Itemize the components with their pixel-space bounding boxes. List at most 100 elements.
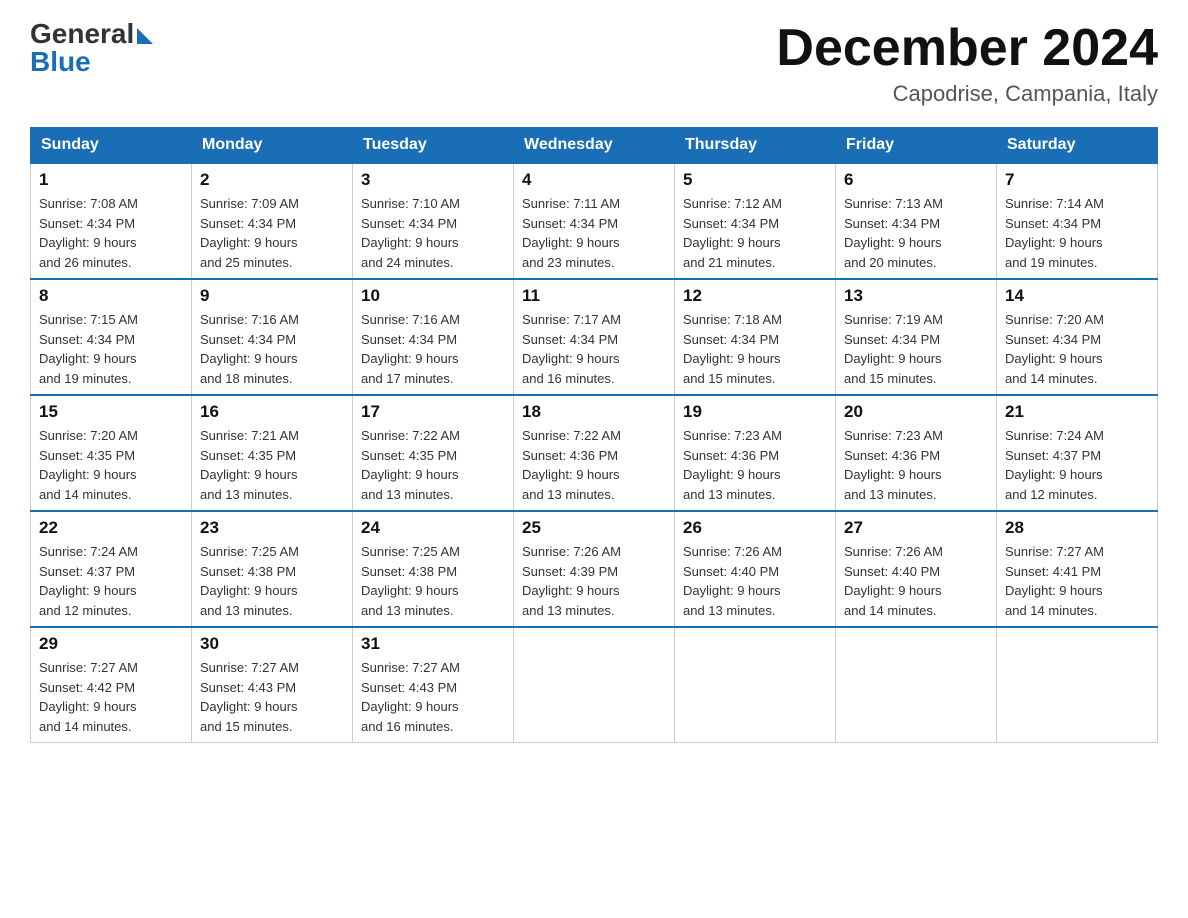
day-info: Sunrise: 7:15 AMSunset: 4:34 PMDaylight:… (39, 310, 183, 388)
calendar-day-cell: 19 Sunrise: 7:23 AMSunset: 4:36 PMDayligh… (675, 395, 836, 511)
calendar-day-cell (514, 627, 675, 743)
day-info: Sunrise: 7:23 AMSunset: 4:36 PMDaylight:… (844, 426, 988, 504)
day-info: Sunrise: 7:27 AMSunset: 4:43 PMDaylight:… (200, 658, 344, 736)
day-number: 18 (522, 402, 666, 422)
calendar-day-cell: 18 Sunrise: 7:22 AMSunset: 4:36 PMDayligh… (514, 395, 675, 511)
day-number: 19 (683, 402, 827, 422)
day-number: 8 (39, 286, 183, 306)
calendar-week-row: 29 Sunrise: 7:27 AMSunset: 4:42 PMDayligh… (31, 627, 1158, 743)
day-number: 24 (361, 518, 505, 538)
calendar-day-cell: 30Sunrise: 7:27 AMSunset: 4:43 PMDayligh… (192, 627, 353, 743)
day-info: Sunrise: 7:27 AMSunset: 4:41 PMDaylight:… (1005, 542, 1149, 620)
day-info: Sunrise: 7:25 AMSunset: 4:38 PMDaylight:… (361, 542, 505, 620)
day-number: 11 (522, 286, 666, 306)
day-info: Sunrise: 7:14 AMSunset: 4:34 PMDaylight:… (1005, 194, 1149, 272)
calendar-header-row: SundayMondayTuesdayWednesdayThursdayFrid… (31, 128, 1158, 164)
page-header: General Blue December 2024 Capodrise, Ca… (30, 20, 1158, 107)
calendar-week-row: 8 Sunrise: 7:15 AMSunset: 4:34 PMDaylight… (31, 279, 1158, 395)
day-number: 16 (200, 402, 344, 422)
calendar-day-cell: 16 Sunrise: 7:21 AMSunset: 4:35 PMDayligh… (192, 395, 353, 511)
calendar-day-cell: 24 Sunrise: 7:25 AMSunset: 4:38 PMDayligh… (353, 511, 514, 627)
calendar-day-cell: 7 Sunrise: 7:14 AMSunset: 4:34 PMDaylight… (997, 163, 1158, 279)
weekday-header: Friday (836, 128, 997, 164)
calendar-week-row: 22Sunrise: 7:24 AMSunset: 4:37 PMDayligh… (31, 511, 1158, 627)
logo-blue-text: Blue (30, 48, 91, 76)
day-info: Sunrise: 7:09 AMSunset: 4:34 PMDaylight:… (200, 194, 344, 272)
day-number: 13 (844, 286, 988, 306)
day-number: 29 (39, 634, 183, 654)
calendar-day-cell: 6 Sunrise: 7:13 AMSunset: 4:34 PMDaylight… (836, 163, 997, 279)
calendar-day-cell: 28 Sunrise: 7:27 AMSunset: 4:41 PMDayligh… (997, 511, 1158, 627)
day-info: Sunrise: 7:16 AMSunset: 4:34 PMDaylight:… (200, 310, 344, 388)
day-number: 9 (200, 286, 344, 306)
weekday-header: Sunday (31, 128, 192, 164)
calendar-day-cell: 15Sunrise: 7:20 AMSunset: 4:35 PMDayligh… (31, 395, 192, 511)
day-info: Sunrise: 7:20 AMSunset: 4:34 PMDaylight:… (1005, 310, 1149, 388)
day-number: 10 (361, 286, 505, 306)
calendar-day-cell: 2 Sunrise: 7:09 AMSunset: 4:34 PMDaylight… (192, 163, 353, 279)
day-info: Sunrise: 7:22 AMSunset: 4:36 PMDaylight:… (522, 426, 666, 504)
calendar-day-cell: 17Sunrise: 7:22 AMSunset: 4:35 PMDayligh… (353, 395, 514, 511)
calendar-day-cell: 31Sunrise: 7:27 AMSunset: 4:43 PMDayligh… (353, 627, 514, 743)
day-number: 22 (39, 518, 183, 538)
calendar-day-cell (836, 627, 997, 743)
calendar-day-cell: 23Sunrise: 7:25 AMSunset: 4:38 PMDayligh… (192, 511, 353, 627)
day-info: Sunrise: 7:12 AMSunset: 4:34 PMDaylight:… (683, 194, 827, 272)
calendar-day-cell: 4Sunrise: 7:11 AMSunset: 4:34 PMDaylight… (514, 163, 675, 279)
day-info: Sunrise: 7:27 AMSunset: 4:42 PMDaylight:… (39, 658, 183, 736)
weekday-header: Wednesday (514, 128, 675, 164)
day-number: 15 (39, 402, 183, 422)
location-title: Capodrise, Campania, Italy (776, 81, 1158, 107)
day-info: Sunrise: 7:08 AMSunset: 4:34 PMDaylight:… (39, 194, 183, 272)
calendar-day-cell: 21 Sunrise: 7:24 AMSunset: 4:37 PMDayligh… (997, 395, 1158, 511)
day-number: 2 (200, 170, 344, 190)
day-info: Sunrise: 7:10 AMSunset: 4:34 PMDaylight:… (361, 194, 505, 272)
calendar-table: SundayMondayTuesdayWednesdayThursdayFrid… (30, 127, 1158, 743)
day-info: Sunrise: 7:18 AMSunset: 4:34 PMDaylight:… (683, 310, 827, 388)
day-number: 28 (1005, 518, 1149, 538)
day-number: 21 (1005, 402, 1149, 422)
calendar-day-cell: 10Sunrise: 7:16 AMSunset: 4:34 PMDayligh… (353, 279, 514, 395)
calendar-week-row: 1Sunrise: 7:08 AMSunset: 4:34 PMDaylight… (31, 163, 1158, 279)
logo: General Blue (30, 20, 153, 76)
day-number: 31 (361, 634, 505, 654)
day-info: Sunrise: 7:22 AMSunset: 4:35 PMDaylight:… (361, 426, 505, 504)
day-number: 7 (1005, 170, 1149, 190)
day-info: Sunrise: 7:13 AMSunset: 4:34 PMDaylight:… (844, 194, 988, 272)
calendar-day-cell: 5 Sunrise: 7:12 AMSunset: 4:34 PMDaylight… (675, 163, 836, 279)
day-info: Sunrise: 7:26 AMSunset: 4:40 PMDaylight:… (683, 542, 827, 620)
day-info: Sunrise: 7:21 AMSunset: 4:35 PMDaylight:… (200, 426, 344, 504)
day-info: Sunrise: 7:11 AMSunset: 4:34 PMDaylight:… (522, 194, 666, 272)
calendar-day-cell: 8 Sunrise: 7:15 AMSunset: 4:34 PMDaylight… (31, 279, 192, 395)
day-info: Sunrise: 7:23 AMSunset: 4:36 PMDaylight:… (683, 426, 827, 504)
day-info: Sunrise: 7:19 AMSunset: 4:34 PMDaylight:… (844, 310, 988, 388)
logo-general-text: General (30, 20, 134, 48)
calendar-day-cell: 13 Sunrise: 7:19 AMSunset: 4:34 PMDayligh… (836, 279, 997, 395)
calendar-day-cell: 22Sunrise: 7:24 AMSunset: 4:37 PMDayligh… (31, 511, 192, 627)
calendar-day-cell: 25Sunrise: 7:26 AMSunset: 4:39 PMDayligh… (514, 511, 675, 627)
day-number: 6 (844, 170, 988, 190)
calendar-day-cell: 12Sunrise: 7:18 AMSunset: 4:34 PMDayligh… (675, 279, 836, 395)
calendar-day-cell: 27Sunrise: 7:26 AMSunset: 4:40 PMDayligh… (836, 511, 997, 627)
calendar-day-cell: 3 Sunrise: 7:10 AMSunset: 4:34 PMDaylight… (353, 163, 514, 279)
calendar-day-cell: 20 Sunrise: 7:23 AMSunset: 4:36 PMDayligh… (836, 395, 997, 511)
month-title: December 2024 (776, 20, 1158, 77)
calendar-day-cell: 26Sunrise: 7:26 AMSunset: 4:40 PMDayligh… (675, 511, 836, 627)
day-number: 20 (844, 402, 988, 422)
day-number: 3 (361, 170, 505, 190)
calendar-day-cell: 29 Sunrise: 7:27 AMSunset: 4:42 PMDayligh… (31, 627, 192, 743)
day-info: Sunrise: 7:25 AMSunset: 4:38 PMDaylight:… (200, 542, 344, 620)
day-info: Sunrise: 7:17 AMSunset: 4:34 PMDaylight:… (522, 310, 666, 388)
weekday-header: Thursday (675, 128, 836, 164)
calendar-day-cell: 14Sunrise: 7:20 AMSunset: 4:34 PMDayligh… (997, 279, 1158, 395)
title-block: December 2024 Capodrise, Campania, Italy (776, 20, 1158, 107)
day-number: 5 (683, 170, 827, 190)
weekday-header: Tuesday (353, 128, 514, 164)
day-info: Sunrise: 7:24 AMSunset: 4:37 PMDaylight:… (1005, 426, 1149, 504)
calendar-day-cell: 1Sunrise: 7:08 AMSunset: 4:34 PMDaylight… (31, 163, 192, 279)
weekday-header: Saturday (997, 128, 1158, 164)
day-info: Sunrise: 7:26 AMSunset: 4:40 PMDaylight:… (844, 542, 988, 620)
day-number: 25 (522, 518, 666, 538)
calendar-day-cell (997, 627, 1158, 743)
calendar-day-cell (675, 627, 836, 743)
